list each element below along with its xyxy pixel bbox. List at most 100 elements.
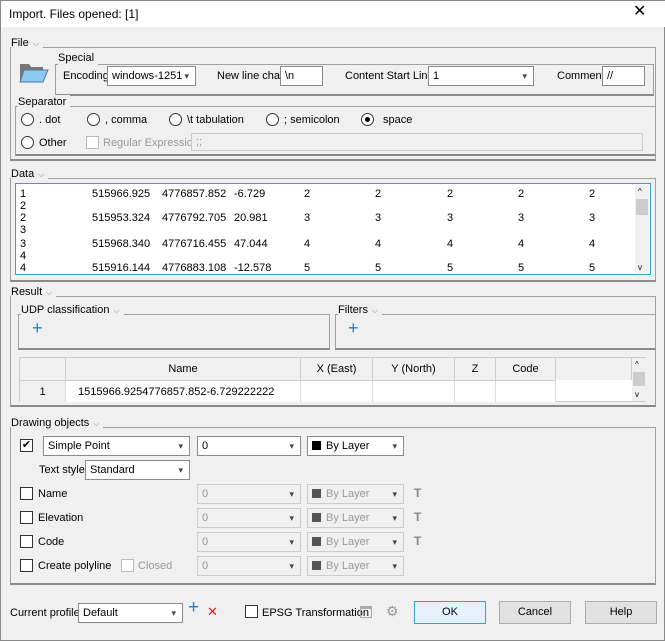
data-cell: 4 — [447, 238, 454, 250]
profile-select[interactable]: Default — [78, 603, 183, 623]
color-swatch-icon — [312, 561, 321, 570]
data-cell: 4776792.705 — [162, 212, 227, 224]
create-polyline-layer-select[interactable]: 0 — [197, 556, 301, 576]
row-number[interactable]: 1 — [20, 380, 66, 402]
regex-checkbox[interactable] — [86, 136, 99, 149]
add-filter-icon[interactable]: + — [348, 319, 359, 337]
data-label: Data — [11, 168, 35, 180]
text-style-icon[interactable]: T — [414, 510, 421, 524]
cell-x[interactable] — [301, 380, 373, 402]
closed-checkbox[interactable] — [121, 559, 134, 572]
table-scrollbar[interactable]: ^ v — [632, 358, 646, 401]
elevation-color-select[interactable]: By Layer — [307, 508, 404, 528]
data-cell: 4 — [20, 250, 27, 262]
data-preview-list[interactable]: 1 515966.925 4776857.852 -6.729 2 2 2 2 2 2 2 51595… — [15, 183, 651, 275]
point-color-select[interactable]: By Layer — [307, 436, 404, 456]
color-swatch-icon — [312, 489, 321, 498]
comment-input[interactable]: // — [602, 66, 645, 86]
header-code[interactable]: Code — [496, 358, 556, 380]
header-x[interactable]: X (East) — [301, 358, 373, 380]
add-profile-icon[interactable]: + — [188, 598, 199, 617]
window-icon[interactable] — [360, 606, 372, 618]
ok-button[interactable]: OK — [414, 601, 486, 624]
point-layer-select[interactable]: 0 — [197, 436, 301, 456]
name-checkbox[interactable] — [20, 487, 33, 500]
data-cell: 4776857.852 — [162, 188, 227, 200]
radio-other-label: Other — [39, 137, 67, 149]
name-layer-select[interactable]: 0 — [197, 484, 301, 504]
header-name[interactable]: Name — [66, 358, 301, 380]
encoding-select[interactable]: windows-1251 — [107, 66, 196, 86]
gear-icon[interactable]: ⚙ — [386, 604, 399, 618]
drawing-section-toggle[interactable]: Drawing objects ⌵ — [11, 416, 104, 431]
radio-space[interactable] — [361, 113, 374, 126]
content-start-select[interactable]: 1 — [428, 66, 534, 86]
code-checkbox[interactable] — [20, 535, 33, 548]
cell-name[interactable]: 1515966.9254776857.852-6.729222222 — [66, 380, 301, 402]
text-style-icon[interactable]: T — [414, 486, 421, 500]
radio-dot[interactable] — [21, 113, 34, 126]
newline-input[interactable]: \n — [280, 66, 323, 86]
data-cell: 3 — [518, 212, 525, 224]
create-polyline-checkbox[interactable] — [20, 559, 33, 572]
data-scrollbar[interactable]: ^ v — [635, 185, 649, 273]
file-section-toggle[interactable]: File ⌵ — [11, 36, 43, 51]
udp-toggle[interactable]: UDP classification ⌵ — [21, 303, 124, 318]
regex-input[interactable]: ;; — [191, 133, 643, 151]
content-start-label: Content Start Line — [345, 70, 434, 82]
delete-profile-icon[interactable]: ✕ — [207, 605, 218, 619]
epsg-checkbox[interactable] — [245, 605, 258, 618]
special-label: Special — [58, 51, 99, 65]
help-button[interactable]: Help — [585, 601, 657, 624]
cell-y[interactable] — [373, 380, 455, 402]
data-section-toggle[interactable]: Data ⌵ — [11, 167, 49, 182]
create-polyline-color-select[interactable]: By Layer — [307, 556, 404, 576]
data-cell: 4 — [20, 262, 27, 274]
radio-semicolon[interactable] — [266, 113, 279, 126]
data-cell: 2 — [20, 200, 27, 212]
udp-group — [18, 314, 330, 350]
point-checkbox[interactable]: ✔ — [20, 439, 33, 452]
header-blank — [556, 358, 632, 380]
data-cell: 3 — [304, 212, 311, 224]
code-label: Code — [38, 536, 65, 548]
radio-semicolon-label: ; semicolon — [284, 114, 340, 126]
add-udp-icon[interactable]: + — [32, 319, 43, 337]
data-cell: 1 — [20, 188, 27, 200]
data-cell: 3 — [447, 212, 454, 224]
cancel-button[interactable]: Cancel — [499, 601, 571, 624]
data-cell: 4 — [518, 238, 525, 250]
name-color-select[interactable]: By Layer — [307, 484, 404, 504]
radio-comma-label: , comma — [105, 114, 148, 126]
code-layer-select[interactable]: 0 — [197, 532, 301, 552]
data-cell: 2 — [304, 188, 311, 200]
data-cell: 515953.324 — [92, 212, 151, 224]
result-section-toggle[interactable]: Result ⌵ — [11, 285, 57, 300]
radio-comma[interactable] — [87, 113, 100, 126]
filters-toggle[interactable]: Filters ⌵ — [338, 303, 383, 318]
data-cell: 515968.340 — [92, 238, 151, 250]
window-title: Import. Files opened: [1] — [9, 7, 139, 21]
color-swatch-icon — [312, 537, 321, 546]
elevation-layer-select[interactable]: 0 — [197, 508, 301, 528]
cell-code[interactable] — [496, 380, 556, 402]
epsg-label: EPSG Transformation — [262, 607, 369, 619]
data-cell: 515966.925 — [92, 188, 151, 200]
header-y[interactable]: Y (North) — [373, 358, 455, 380]
close-icon[interactable]: ✕ — [633, 4, 646, 20]
elevation-checkbox[interactable] — [20, 511, 33, 524]
code-color-select[interactable]: By Layer — [307, 532, 404, 552]
text-style-icon[interactable]: T — [414, 534, 421, 548]
data-cell: 4 — [589, 238, 596, 250]
result-label: Result — [11, 286, 43, 298]
data-cell: 3 — [589, 212, 596, 224]
point-type-select[interactable]: Simple Point — [43, 436, 190, 456]
open-folder-icon[interactable] — [19, 61, 49, 86]
radio-tabulation[interactable] — [169, 113, 182, 126]
text-style-select[interactable]: Standard — [85, 460, 190, 480]
data-cell: 4 — [375, 238, 382, 250]
radio-other[interactable] — [21, 136, 34, 149]
data-cell: 5 — [304, 262, 311, 274]
cell-z[interactable] — [455, 380, 496, 402]
header-z[interactable]: Z — [455, 358, 496, 380]
